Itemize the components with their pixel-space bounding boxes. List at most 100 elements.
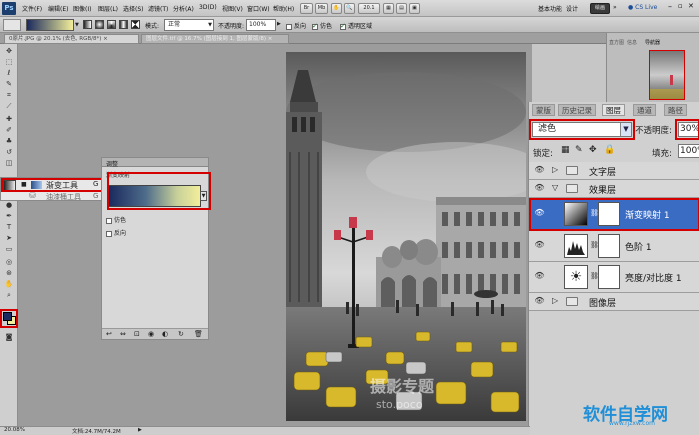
radial-gradient-icon[interactable] — [95, 20, 104, 29]
layer-row-levels[interactable]: 👁 ⛓ 色阶 1 — [529, 231, 699, 262]
tab-channels[interactable]: 通道 — [633, 104, 656, 116]
tool-preset-icon[interactable] — [3, 19, 21, 31]
return-icon[interactable]: ↩ — [106, 330, 112, 338]
nav-tab-histogram[interactable]: 直方图 — [609, 39, 624, 46]
brush-tool-icon[interactable]: ✐ — [3, 125, 15, 135]
angle-gradient-icon[interactable] — [107, 20, 116, 29]
lasso-tool-icon[interactable]: ℓ — [3, 68, 15, 78]
lock-all-icon[interactable]: 🔒 — [604, 145, 615, 155]
eye-icon[interactable]: 👁 — [533, 183, 546, 196]
menu-3d[interactable]: 3D(D) — [199, 4, 217, 11]
quick-select-tool-icon[interactable]: ✎ — [3, 79, 15, 89]
opacity-dropdown-icon[interactable]: ▶ — [277, 21, 281, 27]
shape-tool-icon[interactable]: ▭ — [3, 244, 15, 254]
menu-select[interactable]: 选择(S) — [123, 4, 144, 13]
gm-reverse-box[interactable] — [106, 230, 112, 237]
tab-masks[interactable]: 蒙版 — [532, 104, 555, 116]
menu-help[interactable]: 帮助(H) — [273, 4, 294, 13]
gm-dither-box[interactable] — [106, 217, 112, 224]
transparency-checkbox[interactable]: 透明区域 — [340, 21, 372, 30]
crop-tool-icon[interactable]: ⌗ — [3, 90, 15, 100]
status-menu-arrow-icon[interactable]: ▶ — [138, 427, 142, 433]
menu-edit[interactable]: 编辑(E) — [48, 4, 68, 13]
gradient-picker[interactable] — [26, 19, 74, 31]
tab-layers[interactable]: 图层 — [602, 104, 625, 116]
view-previous-icon[interactable]: ◐ — [162, 330, 168, 338]
restore-icon[interactable]: ▫ — [678, 2, 683, 10]
layer-row-brightness-contrast[interactable]: 👁 ☀ ⛓ 亮度/对比度 1 — [529, 262, 699, 293]
menu-file[interactable]: 文件(F) — [22, 4, 42, 13]
flyout-paint-bucket-tool[interactable]: 油漆桶工具 — [46, 192, 81, 202]
menu-analysis[interactable]: 分析(A) — [173, 4, 194, 13]
eye-icon[interactable]: 👁 — [533, 165, 546, 178]
tab-original-photo[interactable]: 0原片.JPG @ 20.1% (去色, RGB/8*) × — [4, 34, 139, 44]
clone-stamp-tool-icon[interactable]: ♣ — [3, 136, 15, 146]
move-tool-icon[interactable]: ✥ — [3, 46, 15, 56]
dither-checkbox[interactable]: 仿色 — [312, 21, 332, 30]
nav-tab-info[interactable]: 信息 — [627, 39, 637, 46]
layer-row-effect-group[interactable]: 👁 ▽ 效果层 — [529, 180, 699, 198]
reverse-checkbox[interactable]: 反向 — [286, 21, 306, 30]
foreground-color-swatch[interactable] — [3, 312, 12, 321]
visibility-icon[interactable]: ◉ — [148, 330, 154, 338]
document-canvas-photo[interactable]: 摄影专题 sto.poco — [286, 52, 526, 421]
eye-icon[interactable]: 👁 — [533, 271, 546, 284]
tab-history[interactable]: 历史记录 — [558, 104, 596, 116]
reset-icon[interactable]: ↻ — [178, 330, 184, 338]
menu-view[interactable]: 视图(V) — [222, 4, 243, 13]
pen-tool-icon[interactable]: ✒ — [3, 211, 15, 221]
eyedropper-tool-icon[interactable]: ⟋ — [3, 101, 15, 111]
minibridge-icon[interactable]: Mb — [315, 3, 328, 14]
menu-image[interactable]: 图像(I) — [73, 4, 91, 13]
tab-paths[interactable]: 路径 — [664, 104, 687, 116]
diamond-gradient-icon[interactable] — [131, 20, 140, 29]
menu-window[interactable]: 窗口(W) — [247, 4, 270, 13]
dither-checkbox-box[interactable] — [312, 22, 318, 30]
lock-transparent-icon[interactable]: ▦ — [561, 145, 570, 155]
linear-gradient-icon[interactable] — [83, 20, 92, 29]
lock-pixels-icon[interactable]: ✎ — [575, 145, 583, 155]
marquee-tool-icon[interactable]: ⬚ — [3, 57, 15, 67]
workspace-more[interactable]: » — [613, 4, 617, 11]
eye-icon[interactable]: 👁 — [533, 296, 546, 309]
screen-mode-icon[interactable]: ▣ — [409, 3, 420, 14]
expand-icon[interactable]: ⇔ — [120, 330, 126, 338]
tab-layer-file[interactable]: 图层文件.tif @ 16.7% (图层接到 1, 图层蒙版/8) × — [141, 34, 289, 44]
workspace-design[interactable]: 设计 — [566, 4, 578, 13]
cslive-button[interactable]: ● CS Live — [628, 4, 657, 11]
minimize-icon[interactable]: – — [668, 2, 672, 11]
navigator-thumbnail[interactable] — [649, 50, 685, 100]
expand-arrow-icon[interactable]: ▷ — [552, 296, 558, 305]
zoom-tool-icon[interactable]: ⌕ — [3, 290, 15, 300]
zoom-level-field[interactable]: 20.1 — [358, 3, 380, 14]
dodge-tool-icon[interactable]: ● — [3, 200, 15, 210]
history-brush-tool-icon[interactable]: ↺ — [3, 147, 15, 157]
type-tool-icon[interactable]: T — [3, 222, 15, 232]
mode-select[interactable]: 正常 ▼ — [164, 19, 214, 31]
hand-icon[interactable]: ✋ — [331, 3, 342, 14]
3d-rotate-tool-icon[interactable]: ◎ — [3, 257, 15, 267]
zoom-icon[interactable]: 🔍 — [344, 3, 355, 14]
layer-row-text-group[interactable]: 👁 ▷ 文字层 — [529, 162, 699, 180]
collapse-arrow-icon[interactable]: ▽ — [552, 183, 558, 192]
gradient-dropdown-icon[interactable]: ▼ — [75, 22, 79, 28]
delete-icon[interactable]: 🗑 — [194, 330, 203, 338]
3d-orbit-tool-icon[interactable]: ⊛ — [3, 268, 15, 278]
menu-filter[interactable]: 滤镜(T) — [148, 4, 168, 13]
clip-icon[interactable]: ⊡ — [134, 330, 140, 338]
quick-mask-icon[interactable]: ◙ — [3, 332, 15, 342]
reverse-checkbox-box[interactable] — [286, 23, 292, 30]
eraser-tool-icon[interactable]: ◫ — [3, 158, 15, 168]
eye-icon[interactable]: 👁 — [533, 240, 546, 253]
opacity-input[interactable]: 100% — [246, 19, 276, 31]
reflected-gradient-icon[interactable] — [119, 20, 128, 29]
status-zoom[interactable]: 20.08% — [4, 427, 25, 433]
workspace-essentials[interactable]: 基本功能 — [538, 4, 562, 13]
gm-reverse-checkbox[interactable]: 反向 — [106, 228, 126, 237]
menu-layer[interactable]: 图层(L) — [98, 4, 118, 13]
fill-input[interactable]: 100% — [678, 144, 699, 158]
bridge-icon[interactable]: Br — [300, 3, 313, 14]
gm-dither-checkbox[interactable]: 仿色 — [106, 215, 126, 224]
transparency-checkbox-box[interactable] — [340, 22, 346, 30]
hand-tool-icon[interactable]: ✋ — [3, 279, 15, 289]
